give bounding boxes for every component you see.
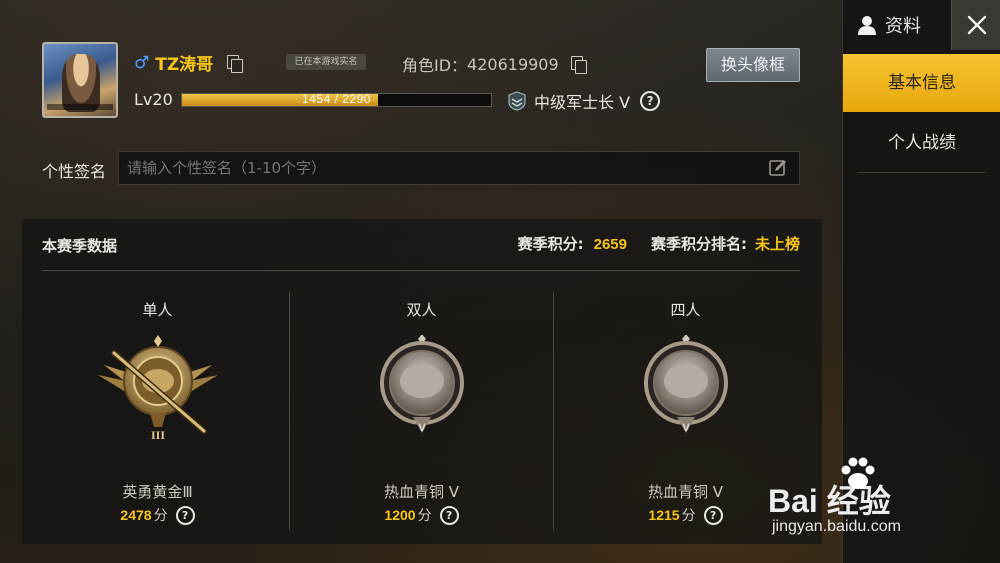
xp-progress-bar: 1454 / 2290	[181, 92, 492, 107]
gold-badge-icon: III	[97, 335, 218, 442]
sidebar-title: 资料	[885, 16, 921, 37]
points-help-icon[interactable]: ?	[703, 505, 723, 525]
military-rank: 中级军士长 V ?	[508, 89, 661, 113]
gender-male-icon: ♂	[134, 52, 150, 73]
svg-text:V: V	[418, 422, 426, 434]
role-id: 角色ID： 420619909	[402, 52, 587, 76]
baidu-watermark: Bai 经验 jingyan.baidu.com	[768, 456, 996, 548]
avatar-caption	[47, 104, 113, 110]
season-score-label: 赛季积分:	[517, 235, 584, 253]
player-name: TZ涛哥	[155, 55, 214, 75]
xp-progress-text: 1454 / 2290	[302, 92, 371, 106]
profile-panel: ♂ TZ涛哥 已在本游戏实名 角色ID： 420619909 换头像框 Lv20…	[0, 0, 842, 563]
sidebar-header: 资料	[843, 0, 951, 50]
season-rank-label: 赛季积分排名:	[650, 235, 747, 253]
mode-points-unit: 分	[681, 508, 696, 524]
user-icon	[858, 16, 876, 35]
mode-points-unit: 分	[153, 508, 168, 524]
season-title: 本赛季数据	[42, 237, 118, 255]
role-id-value: 420619909	[467, 54, 559, 74]
role-id-label: 角色ID：	[402, 56, 468, 75]
mode-squad[interactable]: 四人 V 热血青铜 V 1215 分 ?	[554, 299, 817, 525]
bronze-badge-icon: V	[643, 335, 728, 434]
mode-points-unit: 分	[417, 508, 432, 524]
player-level: Lv20	[134, 90, 173, 109]
mode-tier: 英勇黄金Ⅲ	[122, 483, 193, 501]
edit-icon[interactable]	[768, 158, 788, 178]
close-button[interactable]	[951, 0, 1000, 50]
rank-help-icon[interactable]: ?	[640, 91, 661, 111]
svg-text:V: V	[682, 422, 690, 434]
points-help-icon[interactable]: ?	[175, 505, 195, 525]
season-divider	[42, 270, 800, 271]
mode-duo[interactable]: 双人 V 热血青铜 V 1200 分 ?	[290, 299, 553, 525]
watermark-url: jingyan.baidu.com	[772, 518, 901, 535]
rank-title: 中级军士长 V	[534, 93, 631, 112]
mode-points-value: 1200	[384, 507, 416, 523]
bronze-badge-icon: V	[379, 335, 464, 434]
mode-name: 双人	[406, 301, 437, 319]
signature-label: 个性签名	[42, 162, 107, 181]
svg-text:III: III	[150, 428, 164, 442]
copy-name-icon[interactable]	[227, 54, 244, 73]
signature-input[interactable]	[118, 151, 800, 185]
season-score: 赛季积分: 2659 赛季积分排名: 未上榜	[518, 233, 800, 254]
mode-name: 四人	[670, 301, 701, 319]
mode-name: 单人	[142, 301, 173, 319]
rank-shield-icon	[508, 91, 526, 111]
player-name-row: ♂ TZ涛哥	[134, 50, 244, 75]
watermark-brand: Bai 经验	[768, 483, 891, 519]
mode-points: 1200 分 ?	[290, 505, 553, 525]
close-icon	[967, 15, 986, 35]
mode-tier: 热血青铜 V	[383, 483, 460, 501]
mode-points: 2478 分 ?	[26, 505, 289, 525]
tab-divider	[857, 172, 986, 173]
change-frame-button[interactable]: 换头像框	[706, 48, 800, 82]
mode-solo[interactable]: 单人 III 英勇黄金Ⅲ 2478 分 ?	[26, 299, 289, 525]
season-score-value: 2659	[593, 236, 627, 253]
avatar[interactable]	[42, 42, 118, 118]
season-stats-panel: 本赛季数据 赛季积分: 2659 赛季积分排名: 未上榜 单人 III 英勇黄金…	[22, 219, 822, 544]
realname-badge: 已在本游戏实名	[286, 54, 366, 70]
season-rank-value: 未上榜	[754, 235, 800, 253]
points-help-icon[interactable]: ?	[439, 505, 459, 525]
copy-id-icon[interactable]	[570, 56, 587, 74]
tab-personal-stats[interactable]: 个人战绩	[843, 114, 1000, 172]
mode-points-value: 1215	[648, 507, 680, 523]
tab-basic-info[interactable]: 基本信息	[843, 54, 1000, 112]
mode-points-value: 2478	[120, 507, 152, 523]
